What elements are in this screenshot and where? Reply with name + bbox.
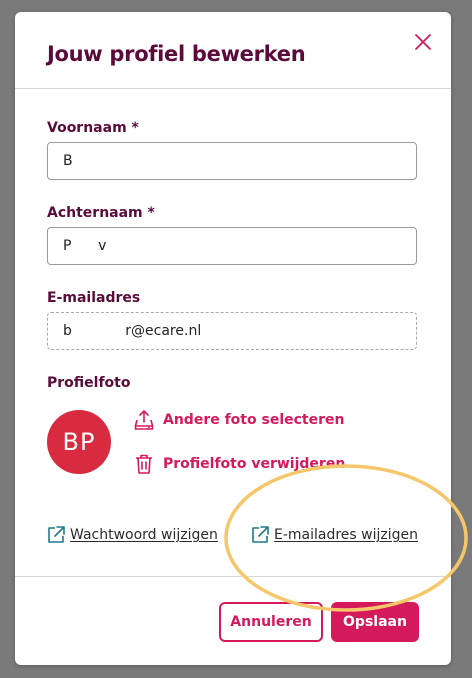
header-divider [15, 88, 451, 89]
dialog-title: Jouw profiel bewerken [47, 42, 306, 66]
avatar: BP [47, 410, 111, 474]
select-photo-button[interactable]: Andere foto selecteren [134, 409, 344, 431]
remove-photo-label: Profielfoto verwijderen [163, 456, 346, 472]
change-password-link[interactable]: Wachtwoord wijzigen [46, 525, 218, 545]
edit-profile-dialog: Jouw profiel bewerken Voornaam * Achtern… [15, 12, 451, 665]
first-name-input[interactable] [47, 142, 417, 180]
close-button[interactable] [411, 30, 435, 54]
last-name-input[interactable] [47, 227, 417, 265]
change-email-label: E-mailadres wijzigen [274, 527, 419, 543]
footer-divider [15, 576, 451, 577]
change-email-link[interactable]: E-mailadres wijzigen [250, 525, 418, 545]
remove-photo-button[interactable]: Profielfoto verwijderen [134, 453, 345, 475]
trash-icon [136, 454, 152, 474]
select-photo-label: Andere foto selecteren [163, 412, 345, 428]
last-name-label: Achternaam * [47, 205, 155, 221]
upload-icon [134, 410, 154, 430]
external-link-icon [252, 526, 269, 543]
save-button[interactable]: Opslaan [331, 602, 419, 642]
profile-photo-label: Profielfoto [47, 375, 131, 391]
close-icon [415, 34, 431, 50]
external-link-icon [48, 526, 65, 543]
first-name-label: Voornaam * [47, 120, 139, 136]
cancel-button[interactable]: Annuleren [219, 602, 323, 642]
change-password-label: Wachtwoord wijzigen [70, 527, 218, 543]
email-label: E-mailadres [47, 290, 141, 306]
email-field [47, 312, 417, 350]
